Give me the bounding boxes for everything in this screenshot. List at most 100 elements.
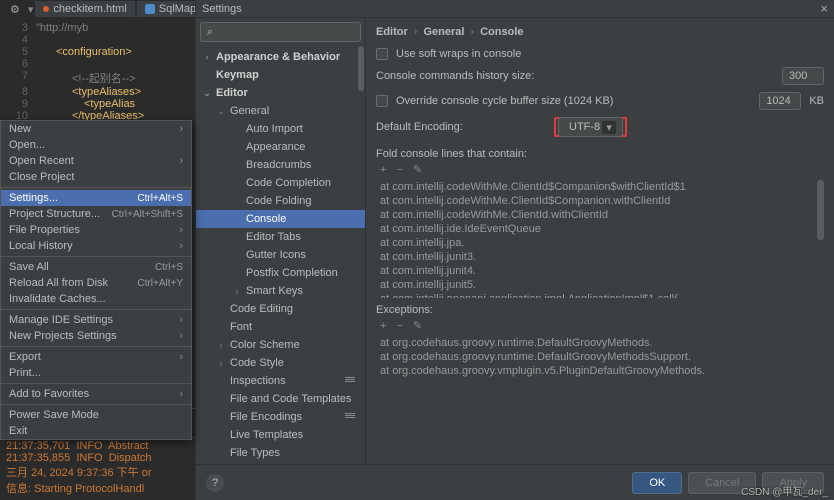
gear-icon[interactable]: ⚙ (4, 3, 26, 16)
settings-tree[interactable]: ›Appearance & BehaviorKeymap⌄Editor⌄Gene… (196, 46, 365, 464)
menu-item[interactable]: Power Save Mode (1, 407, 191, 423)
help-icon[interactable]: ? (206, 474, 224, 492)
tree-node[interactable]: ›Appearance & Behavior (196, 48, 365, 66)
override-buffer-checkbox[interactable] (376, 95, 388, 107)
fold-lines-label: Fold console lines that contain: (376, 148, 824, 160)
ok-button[interactable]: OK (632, 472, 682, 494)
menu-item[interactable]: Open... (1, 137, 191, 153)
list-item[interactable]: at com.intellij.jpa. (376, 236, 824, 250)
tree-node[interactable]: Code Completion (196, 174, 365, 192)
encoding-combo[interactable]: UTF-8 (558, 117, 623, 137)
tree-node[interactable]: ›Smart Keys (196, 282, 365, 300)
crumb[interactable]: General (423, 26, 464, 38)
history-size-field[interactable]: 300 (782, 67, 824, 85)
dialog-footer: ? OK Cancel Apply (196, 464, 834, 500)
menu-item[interactable]: File Properties› (1, 222, 191, 238)
menu-item[interactable]: Save AllCtrl+S (1, 259, 191, 275)
menu-item[interactable]: Close Project (1, 169, 191, 185)
file-menu: New›Open...Open Recent›Close Project Sett… (0, 120, 192, 440)
tree-node[interactable]: ›Color Scheme (196, 336, 365, 354)
fold-lines-list[interactable]: at com.intellij.codeWithMe.ClientId$Comp… (376, 180, 824, 298)
menu-item[interactable]: New Projects Settings› (1, 328, 191, 344)
settings-search-input[interactable] (200, 22, 361, 42)
tree-node[interactable]: Console (196, 210, 365, 228)
tree-node[interactable]: File Encodings (196, 408, 365, 426)
tree-node[interactable]: Postfix Completion (196, 264, 365, 282)
settings-content: Editor› General› Console Use soft wraps … (366, 18, 834, 464)
list-item[interactable]: at com.intellij.codeWithMe.ClientId$Comp… (376, 180, 824, 194)
list-item[interactable]: at com.intellij.codeWithMe.ClientId$Comp… (376, 194, 824, 208)
dialog-titlebar: Settings × (196, 0, 834, 18)
menu-item[interactable]: Invalidate Caches... (1, 291, 191, 307)
menu-item[interactable]: Settings...Ctrl+Alt+S (1, 190, 191, 206)
remove-icon[interactable]: − (396, 164, 402, 176)
list-item[interactable]: at org.codehaus.groovy.runtime.DefaultGr… (376, 350, 824, 364)
tree-node[interactable]: Auto Import (196, 120, 365, 138)
list-item[interactable]: at com.intellij.junit3. (376, 250, 824, 264)
list-item[interactable]: at org.codehaus.groovy.vmplugin.v5.Plugi… (376, 364, 824, 378)
list-item[interactable]: at org.codehaus.groovy.runtime.DefaultGr… (376, 336, 824, 350)
soft-wraps-checkbox[interactable] (376, 48, 388, 60)
html-file-icon (43, 6, 49, 12)
tree-node[interactable]: Inspections (196, 372, 365, 390)
buffer-size-field[interactable]: 1024 (759, 92, 801, 110)
menu-item[interactable]: Exit (1, 423, 191, 439)
tree-node[interactable]: ⌄General (196, 102, 365, 120)
menu-item[interactable]: Export› (1, 349, 191, 365)
tree-node[interactable]: Code Editing (196, 300, 365, 318)
history-size-label: Console commands history size: (376, 70, 774, 82)
tree-node[interactable]: Appearance (196, 138, 365, 156)
add-icon[interactable]: + (380, 164, 386, 176)
close-icon[interactable]: × (820, 1, 828, 16)
menu-item[interactable]: Print... (1, 365, 191, 381)
tree-node[interactable]: Breadcrumbs (196, 156, 365, 174)
settings-dialog: Settings × ›Appearance & BehaviorKeymap⌄… (195, 0, 834, 500)
list-item[interactable]: at com.intellij.ide.IdeEventQueue (376, 222, 824, 236)
scheme-switch-icon (345, 377, 355, 385)
tree-node[interactable]: Font (196, 318, 365, 336)
menu-item[interactable]: Local History› (1, 238, 191, 254)
list-item[interactable]: at com.intellij.codeWithMe.ClientId.with… (376, 208, 824, 222)
sql-file-icon (145, 4, 155, 14)
scrollbar-thumb[interactable] (358, 46, 364, 91)
tree-node[interactable]: ›Code Style (196, 354, 365, 372)
scrollbar-thumb[interactable] (817, 180, 824, 240)
encoding-label: Default Encoding: (376, 121, 546, 133)
exceptions-list[interactable]: at org.codehaus.groovy.runtime.DefaultGr… (376, 336, 824, 378)
soft-wraps-label: Use soft wraps in console (396, 48, 521, 60)
tree-node[interactable]: ⌄Editor (196, 84, 365, 102)
menu-item[interactable]: New› (1, 121, 191, 137)
edit-icon[interactable]: ✎ (413, 163, 422, 176)
tree-node[interactable]: Gutter Icons (196, 246, 365, 264)
tree-node[interactable]: File Types (196, 444, 365, 462)
tree-node[interactable]: Code Folding (196, 192, 365, 210)
breadcrumbs: Editor› General› Console (376, 26, 824, 38)
tree-node[interactable]: File and Code Templates (196, 390, 365, 408)
tree-node[interactable]: Editor Tabs (196, 228, 365, 246)
settings-tree-panel: ›Appearance & BehaviorKeymap⌄Editor⌄Gene… (196, 18, 366, 464)
crumb: Console (480, 26, 523, 38)
dialog-title: Settings (202, 3, 242, 15)
menu-item[interactable]: Project Structure...Ctrl+Alt+Shift+S (1, 206, 191, 222)
scheme-switch-icon (345, 413, 355, 421)
list-item[interactable]: at com.intellij.junit5. (376, 278, 824, 292)
menu-item[interactable]: Reload All from DiskCtrl+Alt+Y (1, 275, 191, 291)
add-icon[interactable]: + (380, 320, 386, 332)
tree-node[interactable]: Live Templates (196, 426, 365, 444)
menu-item[interactable]: Add to Favorites› (1, 386, 191, 402)
console-output: 21:37:35,701 INFO Abstract 21:37:35,855 … (0, 438, 195, 498)
highlight-annotation: UTF-8 (554, 117, 627, 137)
menu-item[interactable]: Open Recent› (1, 153, 191, 169)
list-item[interactable]: at com.intellij.junit4. (376, 264, 824, 278)
list-item[interactable]: at com.intellij.openapi.application.impl… (376, 292, 824, 298)
remove-icon[interactable]: − (396, 320, 402, 332)
edit-icon[interactable]: ✎ (413, 319, 422, 332)
tree-node[interactable]: Keymap (196, 66, 365, 84)
editor-tab[interactable]: checkitem.html (35, 1, 134, 17)
exceptions-label: Exceptions: (376, 304, 824, 316)
watermark: CSDN @甲瓦_der_ (741, 483, 828, 498)
override-buffer-label: Override console cycle buffer size (1024… (396, 95, 751, 107)
crumb[interactable]: Editor (376, 26, 408, 38)
menu-item[interactable]: Manage IDE Settings› (1, 312, 191, 328)
dropdown-icon[interactable]: ▾ (28, 3, 34, 16)
